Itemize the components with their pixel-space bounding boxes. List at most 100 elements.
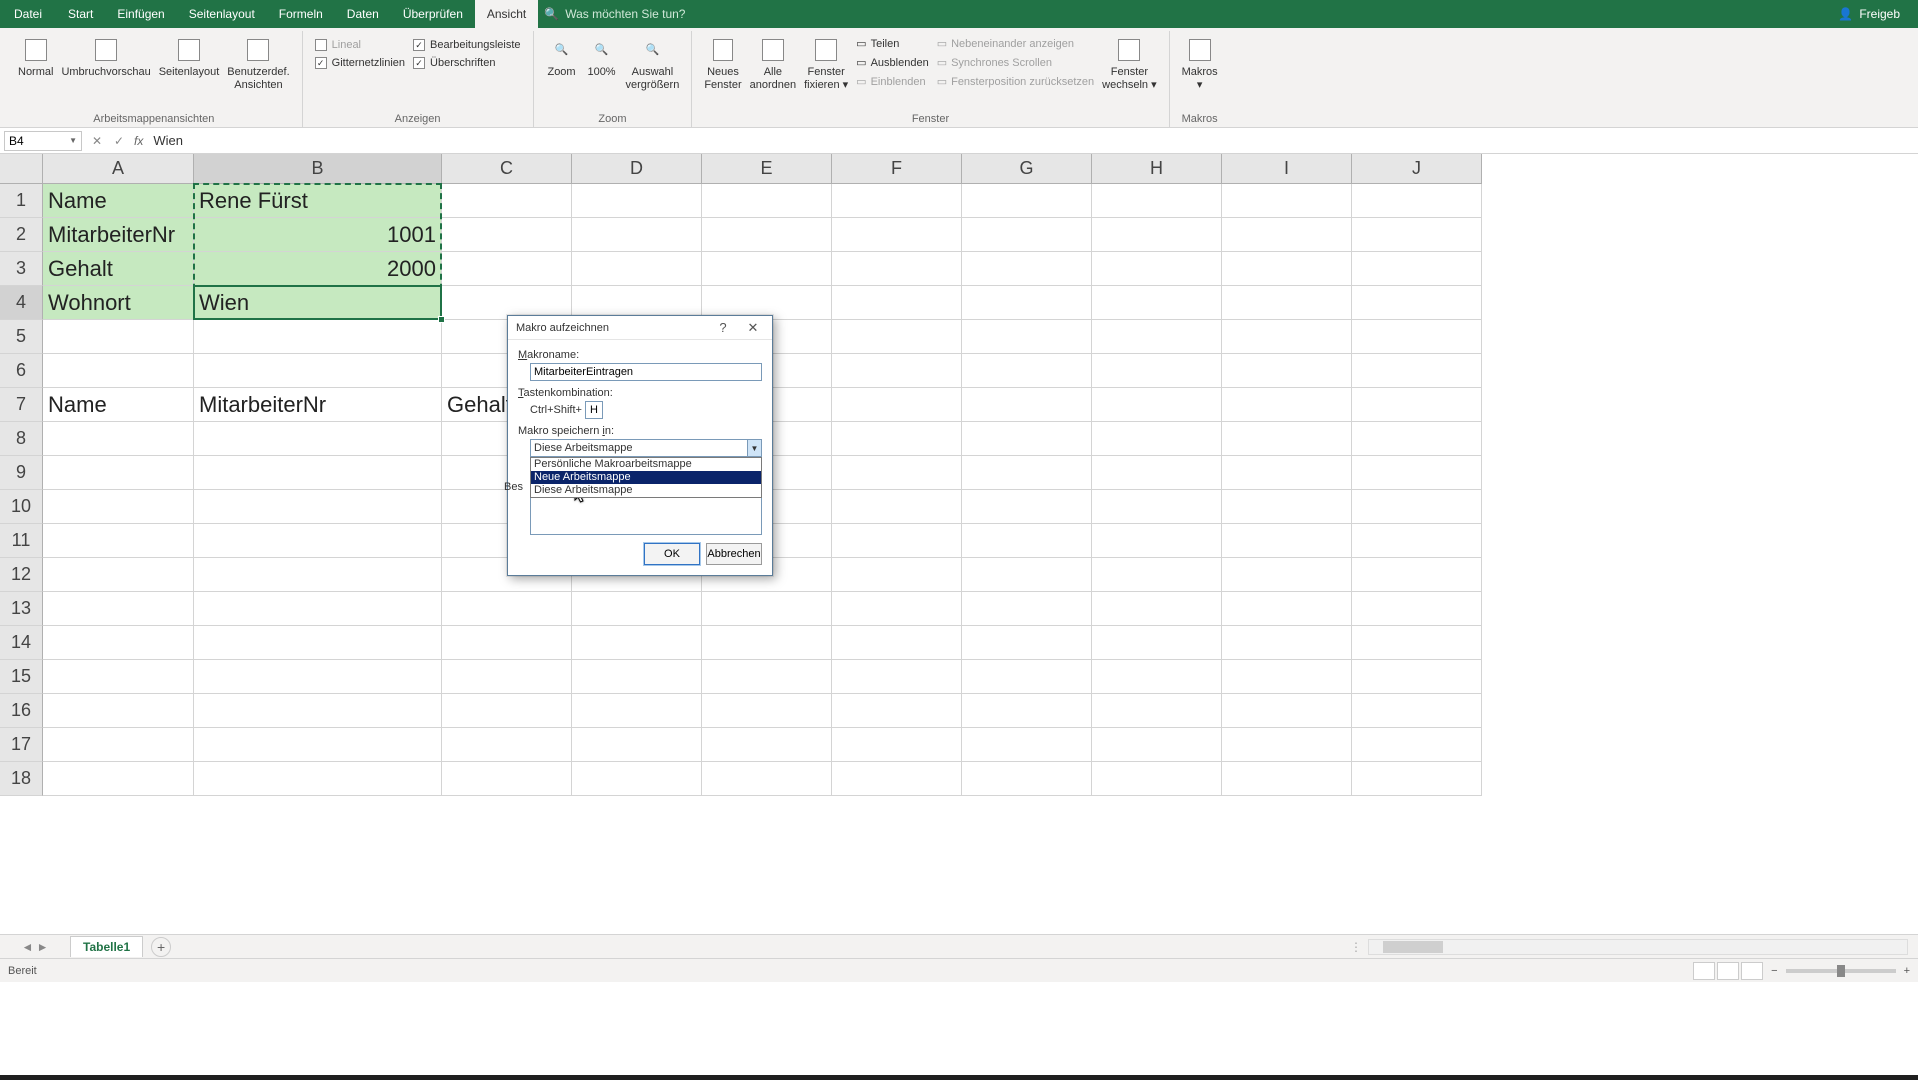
cell-D3[interactable] [572,252,702,286]
name-box[interactable]: B4 ▼ [4,131,82,151]
cell-F5[interactable] [832,320,962,354]
split-button[interactable]: ▭ Teilen [852,35,933,52]
column-header-B[interactable]: B [194,154,442,184]
cell-I5[interactable] [1222,320,1352,354]
cell-J10[interactable] [1352,490,1482,524]
cell-A13[interactable] [43,592,194,626]
tab-formeln[interactable]: Formeln [267,0,335,28]
cell-J1[interactable] [1352,184,1482,218]
cell-F6[interactable] [832,354,962,388]
tab-ueberpruefen[interactable]: Überprüfen [391,0,475,28]
headings-checkbox[interactable]: ✓Überschriften [413,57,521,69]
cell-A2[interactable]: MitarbeiterNr [43,218,194,252]
cell-H15[interactable] [1092,660,1222,694]
cell-I7[interactable] [1222,388,1352,422]
cell-H16[interactable] [1092,694,1222,728]
windows-taskbar[interactable] [0,1075,1918,1080]
row-header-5[interactable]: 5 [0,320,43,354]
cell-H12[interactable] [1092,558,1222,592]
cancel-entry-button[interactable]: ✕ [86,131,108,151]
horizontal-scrollbar[interactable] [1368,939,1908,955]
row-header-6[interactable]: 6 [0,354,43,388]
cell-D16[interactable] [572,694,702,728]
cell-J5[interactable] [1352,320,1482,354]
cell-F14[interactable] [832,626,962,660]
cell-G12[interactable] [962,558,1092,592]
share-button[interactable]: Freigeb [1859,7,1900,21]
cell-I10[interactable] [1222,490,1352,524]
zoom-selection-button[interactable]: 🔍Auswahl vergrößern [622,33,684,95]
store-option-this[interactable]: Diese Arbeitsmappe [531,484,761,497]
cell-F16[interactable] [832,694,962,728]
row-header-7[interactable]: 7 [0,388,43,422]
cell-F3[interactable] [832,252,962,286]
horizontal-scrollbar-thumb[interactable] [1383,941,1443,953]
cell-A17[interactable] [43,728,194,762]
cell-B15[interactable] [194,660,442,694]
cell-B18[interactable] [194,762,442,796]
cell-C16[interactable] [442,694,572,728]
cell-H5[interactable] [1092,320,1222,354]
cell-B12[interactable] [194,558,442,592]
tab-start[interactable]: Start [56,0,105,28]
cell-I4[interactable] [1222,286,1352,320]
hide-button[interactable]: ▭ Ausblenden [852,54,933,71]
cell-I13[interactable] [1222,592,1352,626]
cell-J6[interactable] [1352,354,1482,388]
cell-A14[interactable] [43,626,194,660]
cell-B13[interactable] [194,592,442,626]
store-in-dropdown-list[interactable]: Persönliche Makroarbeitsmappe Neue Arbei… [530,457,762,498]
cell-A9[interactable] [43,456,194,490]
cell-J18[interactable] [1352,762,1482,796]
column-header-D[interactable]: D [572,154,702,184]
cell-F8[interactable] [832,422,962,456]
column-header-E[interactable]: E [702,154,832,184]
cell-I15[interactable] [1222,660,1352,694]
row-headers[interactable]: 123456789101112131415161718 [0,184,43,796]
zoom-in-button[interactable]: + [1904,965,1910,977]
cell-F17[interactable] [832,728,962,762]
cell-I8[interactable] [1222,422,1352,456]
normal-view-button[interactable]: Normal [14,33,57,82]
cell-E15[interactable] [702,660,832,694]
fill-handle[interactable] [438,316,445,323]
tab-seitenlayout[interactable]: Seitenlayout [177,0,267,28]
arrange-all-button[interactable]: Alle anordnen [746,33,801,95]
column-header-I[interactable]: I [1222,154,1352,184]
add-sheet-button[interactable]: + [151,937,171,957]
cell-J4[interactable] [1352,286,1482,320]
cell-A11[interactable] [43,524,194,558]
cell-J15[interactable] [1352,660,1482,694]
cell-G5[interactable] [962,320,1092,354]
store-option-personal[interactable]: Persönliche Makroarbeitsmappe [531,458,761,471]
store-option-new[interactable]: Neue Arbeitsmappe [531,471,761,484]
macros-button[interactable]: Makros ▾ [1178,33,1222,95]
cell-C1[interactable] [442,184,572,218]
ok-button[interactable]: OK [644,543,700,565]
cell-F4[interactable] [832,286,962,320]
cell-G1[interactable] [962,184,1092,218]
cell-D14[interactable] [572,626,702,660]
cell-G2[interactable] [962,218,1092,252]
cell-C14[interactable] [442,626,572,660]
cell-H11[interactable] [1092,524,1222,558]
cell-C2[interactable] [442,218,572,252]
tell-me-search[interactable]: 🔍 Was möchten Sie tun? [544,7,685,21]
row-header-14[interactable]: 14 [0,626,43,660]
cell-B17[interactable] [194,728,442,762]
cell-C18[interactable] [442,762,572,796]
row-header-4[interactable]: 4 [0,286,43,320]
dialog-close-button[interactable]: ✕ [742,320,764,336]
spreadsheet-grid[interactable]: ABCDEFGHIJ 123456789101112131415161718 N… [0,154,1918,934]
cell-E3[interactable] [702,252,832,286]
zoom-button[interactable]: 🔍Zoom [542,33,582,82]
dialog-titlebar[interactable]: Makro aufzeichnen ? ✕ [508,316,772,340]
cell-J3[interactable] [1352,252,1482,286]
cell-G14[interactable] [962,626,1092,660]
cell-H3[interactable] [1092,252,1222,286]
store-in-select[interactable]: Diese Arbeitsmappe ▼ Persönliche Makroar… [530,439,762,457]
dialog-help-button[interactable]: ? [712,320,734,336]
cell-H18[interactable] [1092,762,1222,796]
cell-B10[interactable] [194,490,442,524]
cell-F2[interactable] [832,218,962,252]
